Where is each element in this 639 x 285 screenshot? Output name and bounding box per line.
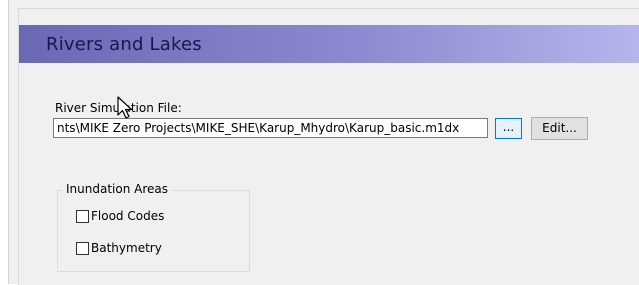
mouse-pointer-icon — [117, 96, 133, 119]
bathymetry-label: Bathymetry — [91, 241, 162, 255]
left-rail — [0, 0, 9, 284]
browse-button[interactable]: ... — [495, 118, 522, 139]
flood-codes-option[interactable]: Flood Codes — [76, 208, 164, 224]
section-header: Rivers and Lakes — [19, 25, 639, 63]
inundation-areas-group — [57, 190, 250, 272]
flood-codes-checkbox[interactable] — [76, 209, 89, 223]
app-background: Rivers and Lakes River Simulation File: … — [0, 0, 639, 285]
inundation-areas-title: Inundation Areas — [62, 182, 172, 196]
bathymetry-checkbox[interactable] — [76, 241, 89, 255]
section-title: Rivers and Lakes — [46, 34, 202, 55]
flood-codes-label: Flood Codes — [91, 209, 165, 223]
edit-button[interactable]: Edit... — [531, 117, 588, 140]
bathymetry-option[interactable]: Bathymetry — [76, 240, 162, 256]
